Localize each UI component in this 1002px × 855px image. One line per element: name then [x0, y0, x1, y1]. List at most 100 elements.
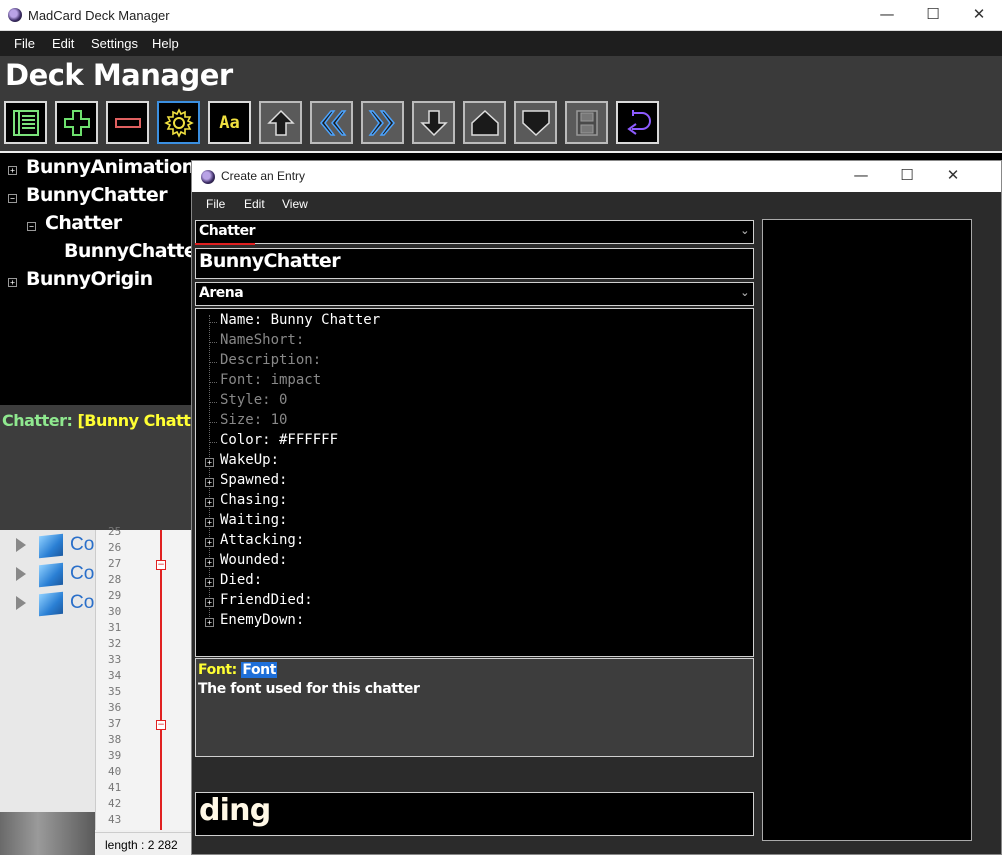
settings-button[interactable] — [157, 101, 200, 144]
property-expander[interactable]: + — [205, 578, 214, 587]
tree-expander[interactable]: + — [8, 166, 17, 175]
previous-button[interactable] — [310, 101, 353, 144]
text-input[interactable]: ding — [195, 792, 754, 836]
chevron-down-icon: ⌄ — [740, 286, 749, 299]
category-dropdown[interactable]: Arena ⌄ — [195, 282, 754, 306]
property-row[interactable]: NameShort: — [220, 332, 304, 348]
tree-item-bunnychatter-entry[interactable]: BunnyChatter — [64, 240, 206, 262]
property-expander[interactable]: + — [205, 458, 214, 467]
save-button[interactable] — [565, 101, 608, 144]
description-label: Font: — [198, 662, 242, 678]
property-row[interactable]: Size: 10 — [220, 412, 287, 428]
property-expander[interactable]: + — [205, 538, 214, 547]
expand-arrow-icon[interactable] — [16, 567, 26, 581]
remove-icon — [114, 117, 141, 128]
property-expander[interactable]: + — [205, 498, 214, 507]
background-tree-label[interactable]: Co — [70, 563, 94, 585]
maximize-button[interactable]: ☐ — [910, 5, 956, 23]
tree-item-chatter[interactable]: Chatter — [45, 212, 122, 234]
arrow-up-icon — [266, 109, 295, 136]
property-row[interactable]: Description: — [220, 352, 321, 368]
line-number: 36 — [108, 701, 122, 714]
dialog-menu-file[interactable]: File — [206, 197, 225, 211]
move-top-button[interactable] — [463, 101, 506, 144]
name-field[interactable]: BunnyChatter — [195, 248, 754, 279]
list-button[interactable] — [4, 101, 47, 144]
dialog-close-button[interactable]: ✕ — [930, 166, 976, 184]
property-row[interactable]: Font: impact — [220, 372, 321, 388]
property-expander[interactable]: + — [205, 478, 214, 487]
description-link[interactable]: Font — [241, 662, 278, 678]
double-right-icon — [368, 109, 395, 136]
menu-edit[interactable]: Edit — [52, 36, 74, 51]
tree-item-bunnychatter[interactable]: BunnyChatter — [26, 184, 168, 206]
background-tree-label[interactable]: Co — [70, 592, 94, 614]
close-button[interactable]: ✕ — [956, 5, 1002, 23]
dialog-minimize-button[interactable]: — — [838, 166, 884, 184]
line-number: 26 — [108, 541, 122, 554]
property-row[interactable]: Died: — [220, 572, 262, 588]
move-bottom-button[interactable] — [514, 101, 557, 144]
property-row[interactable]: Color: #FFFFFF — [220, 432, 338, 448]
property-row[interactable]: Spawned: — [220, 472, 287, 488]
property-row[interactable]: Wounded: — [220, 552, 287, 568]
menu-file[interactable]: File — [14, 36, 35, 51]
property-expander[interactable]: + — [205, 518, 214, 527]
menu-settings[interactable]: Settings — [91, 36, 138, 51]
next-button[interactable] — [361, 101, 404, 144]
toolbar: Aa — [0, 96, 1002, 153]
font-button[interactable]: Aa — [208, 101, 251, 144]
line-number: 40 — [108, 765, 122, 778]
expand-arrow-icon[interactable] — [16, 538, 26, 552]
tree-guide-line — [209, 402, 217, 403]
fold-marker[interactable]: − — [156, 720, 166, 730]
dialog-maximize-button[interactable]: ☐ — [884, 166, 930, 184]
property-row[interactable]: Name: Bunny Chatter — [220, 312, 380, 328]
expand-arrow-icon[interactable] — [16, 596, 26, 610]
tree-item-bunnyorigin[interactable]: BunnyOrigin — [26, 268, 153, 290]
property-expander[interactable]: + — [205, 618, 214, 627]
dialog-menu-view[interactable]: View — [282, 197, 308, 211]
add-button[interactable] — [55, 101, 98, 144]
property-row[interactable]: Attacking: — [220, 532, 304, 548]
line-number: 30 — [108, 605, 122, 618]
move-up-button[interactable] — [259, 101, 302, 144]
arrow-down-icon — [419, 109, 448, 136]
tree-expander[interactable]: − — [8, 194, 17, 203]
dialog-menu-edit[interactable]: Edit — [244, 197, 265, 211]
dialog-title: Create an Entry — [221, 169, 306, 183]
tree-guide-line — [209, 362, 217, 363]
line-number: 28 — [108, 573, 122, 586]
description-box: Font: Font The font used for this chatte… — [195, 658, 754, 757]
minimize-button[interactable]: — — [864, 5, 910, 23]
property-row[interactable]: FriendDied: — [220, 592, 313, 608]
tree-expander[interactable]: − — [27, 222, 36, 231]
remove-button[interactable] — [106, 101, 149, 144]
property-row[interactable]: Waiting: — [220, 512, 287, 528]
property-expander[interactable]: + — [205, 558, 214, 567]
property-row[interactable]: Chasing: — [220, 492, 287, 508]
info-text: Chatter: [Bunny Chatter] — [2, 411, 215, 430]
fold-marker[interactable]: − — [156, 560, 166, 570]
line-number: 43 — [108, 813, 122, 826]
type-dropdown[interactable]: Chatter ⌄ — [195, 220, 754, 244]
background-tree-label[interactable]: Co — [70, 534, 94, 556]
line-number: 27 — [108, 557, 122, 570]
tree-expander[interactable]: + — [8, 278, 17, 287]
property-row[interactable]: EnemyDown: — [220, 612, 304, 628]
property-expander[interactable]: + — [205, 598, 214, 607]
undo-button[interactable] — [616, 101, 659, 144]
tree-item-bunnyanimations[interactable]: BunnyAnimations — [26, 156, 206, 178]
tree-guide-line — [209, 442, 217, 443]
move-down-button[interactable] — [412, 101, 455, 144]
property-row[interactable]: WakeUp: — [220, 452, 279, 468]
line-number: 41 — [108, 781, 122, 794]
line-number: 29 — [108, 589, 122, 602]
chevron-down-icon: ⌄ — [740, 224, 749, 237]
menu-help[interactable]: Help — [152, 36, 179, 51]
double-left-icon — [319, 109, 346, 136]
tree-guide-line — [209, 342, 217, 343]
undo-icon — [626, 109, 651, 135]
line-number: 35 — [108, 685, 122, 698]
property-row[interactable]: Style: 0 — [220, 392, 287, 408]
